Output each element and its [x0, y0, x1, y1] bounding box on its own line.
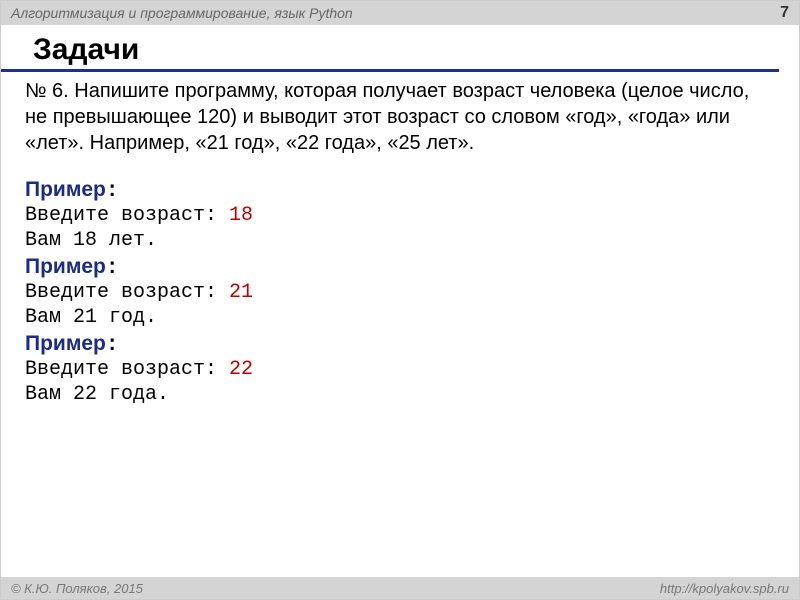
example-label: Пример — [25, 255, 106, 278]
slide-header: Алгоритмизация и программирование, язык … — [1, 1, 799, 25]
input-value: 21 — [229, 281, 253, 304]
task-description: № 6. Напишите программу, которая получае… — [25, 78, 775, 156]
example-1: Пример: Введите возраст: 18 Вам 18 лет. — [25, 178, 775, 253]
header-title: Алгоритмизация и программирование, язык … — [11, 5, 353, 21]
example-prompt-line: Введите возраст: 18 — [25, 203, 775, 228]
colon: : — [106, 257, 119, 280]
example-prompt-line: Введите возраст: 21 — [25, 280, 775, 305]
example-label: Пример — [25, 332, 106, 355]
prompt-text: Введите возраст: — [25, 281, 229, 304]
colon: : — [106, 334, 119, 357]
page-number: 7 — [780, 4, 789, 22]
prompt-text: Введите возраст: — [25, 204, 229, 227]
example-output: Вам 22 года. — [25, 382, 775, 407]
footer-url: http://kpolyakov.spb.ru — [660, 581, 789, 596]
example-label: Пример — [25, 178, 106, 201]
example-3: Пример: Введите возраст: 22 Вам 22 года. — [25, 332, 775, 407]
prompt-text: Введите возраст: — [25, 358, 229, 381]
page-title: Задачи — [1, 25, 779, 72]
input-value: 18 — [229, 204, 253, 227]
example-2: Пример: Введите возраст: 21 Вам 21 год. — [25, 255, 775, 330]
input-value: 22 — [229, 358, 253, 381]
content-area: № 6. Напишите программу, которая получае… — [1, 78, 799, 407]
example-output: Вам 18 лет. — [25, 228, 775, 253]
example-prompt-line: Введите возраст: 22 — [25, 357, 775, 382]
slide-footer: © К.Ю. Поляков, 2015 http://kpolyakov.sp… — [1, 577, 799, 599]
example-output: Вам 21 год. — [25, 305, 775, 330]
footer-copyright: © К.Ю. Поляков, 2015 — [11, 581, 143, 596]
colon: : — [106, 180, 119, 203]
